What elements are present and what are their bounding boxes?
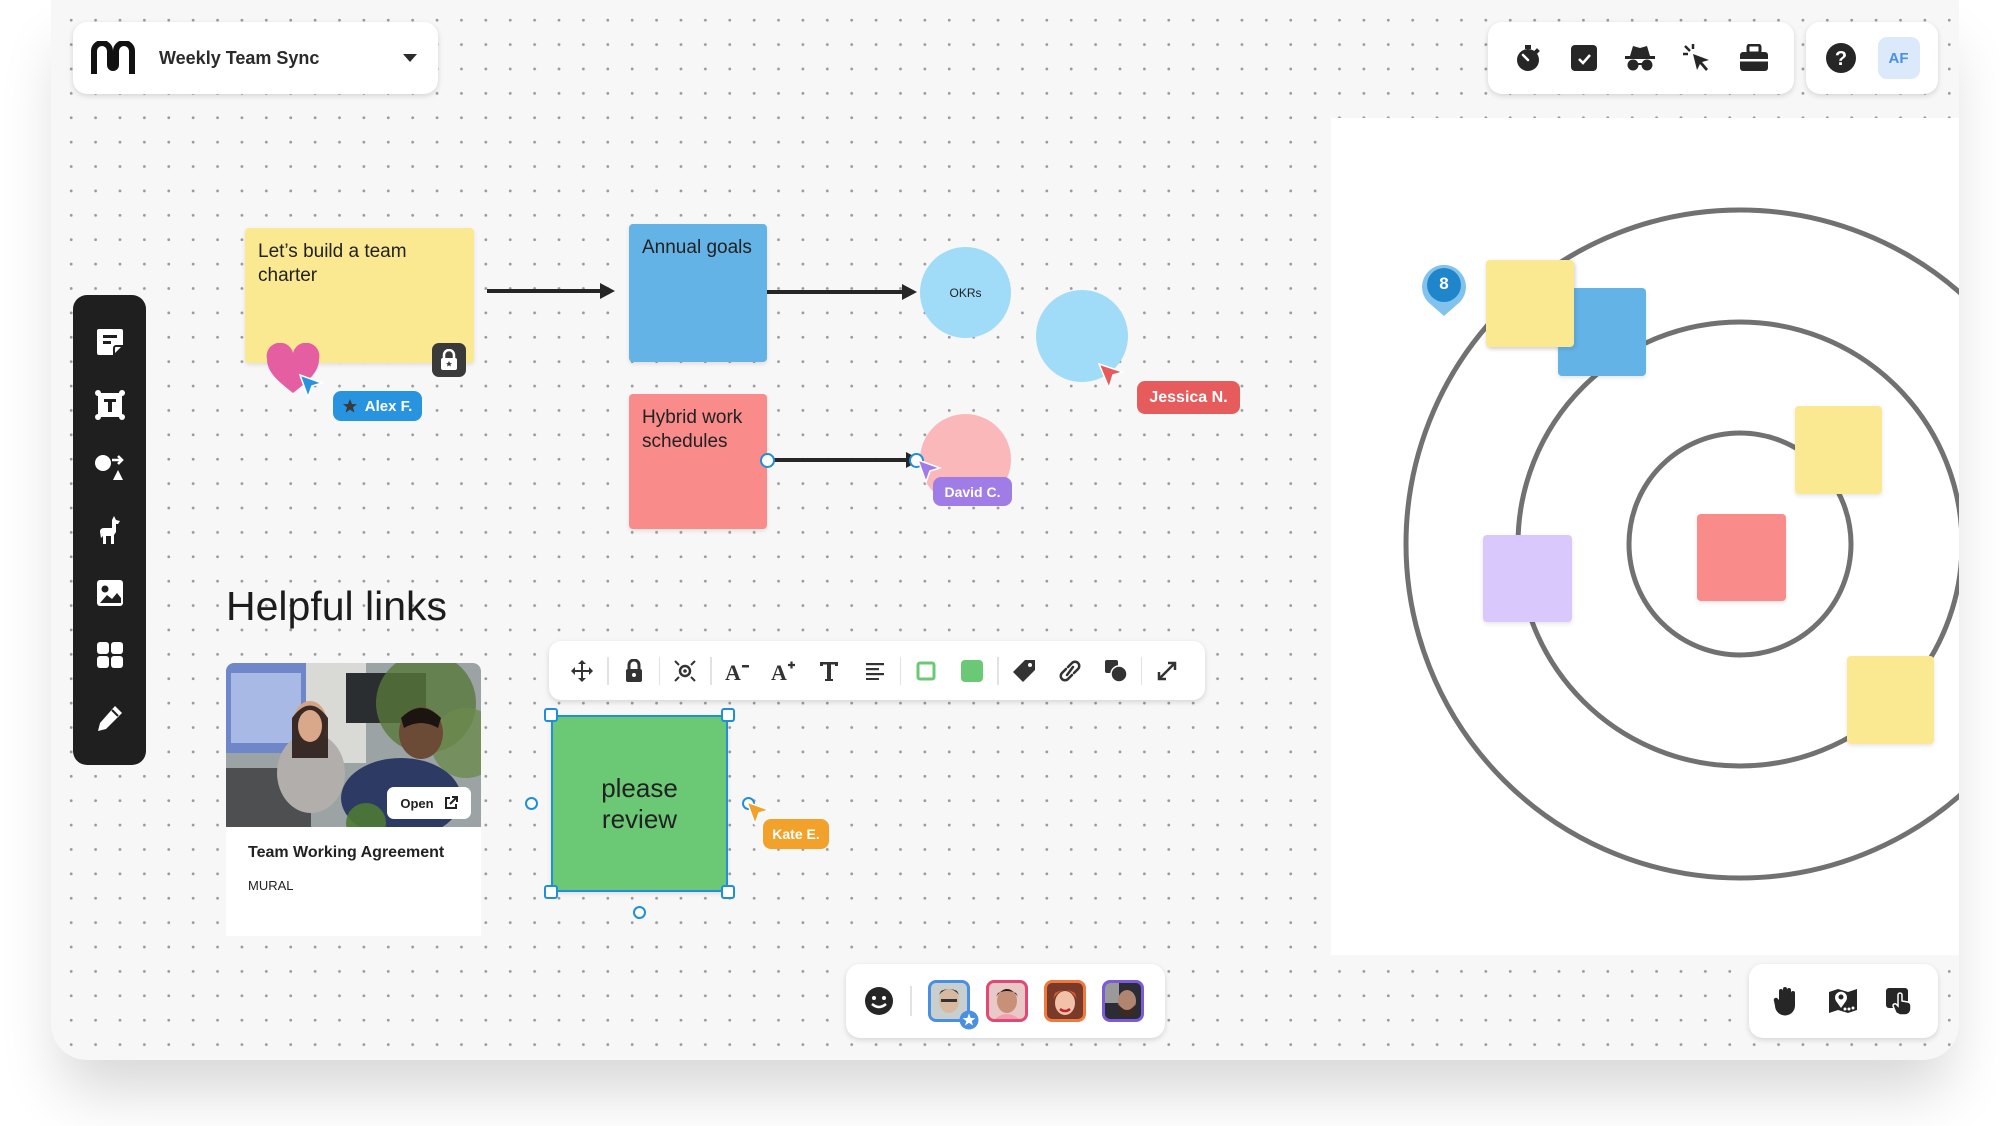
sticky-note-hybrid-work[interactable]: Hybrid work schedules [629,394,767,529]
connector-handle-start[interactable] [760,453,775,468]
connector-handle-left[interactable] [525,797,538,810]
alex-cursor-icon [298,373,325,404]
target-note[interactable] [1483,535,1572,622]
fill-color-icon[interactable] [949,648,995,694]
presentation-tools-bar [1749,964,1938,1038]
participant-avatar[interactable] [985,980,1028,1022]
divider [910,986,912,1016]
arrow-charter-to-goals [487,283,615,299]
collaborator-label-david: David C. [933,477,1012,506]
note-text: Annual goals [642,237,752,258]
link-card-title: Team Working Agreement [248,844,445,861]
outline-map-icon[interactable] [1828,987,1858,1015]
border-color-icon[interactable] [903,648,949,694]
comment-count: 8 [1439,274,1449,293]
hand-raise-icon[interactable] [1773,986,1801,1016]
target-diagram-panel[interactable]: 8 [1331,118,1959,955]
resize-handle-top-right[interactable] [721,708,735,722]
align-icon[interactable] [852,648,898,694]
link-card-source: MURAL [248,878,294,893]
collaborator-label-kate: Kate E. [763,819,829,849]
section-heading: Helpful links [226,583,448,629]
note-text: Let’s build a team charter [258,241,407,286]
participant-avatar[interactable] [1101,980,1144,1022]
collaborator-label-jessica: Jessica N. [1137,381,1240,414]
arrow-goals-to-okrs [767,284,917,300]
resize-handle-bottom-left[interactable] [544,885,558,899]
target-rings [1403,207,1959,881]
comment-pin[interactable]: 8 [1420,260,1468,323]
participant-avatar[interactable] [1043,980,1086,1022]
increase-font-icon[interactable]: A [760,648,806,694]
move-icon[interactable] [559,648,605,694]
divider [658,656,660,685]
expand-icon[interactable] [1144,648,1190,694]
target-note[interactable] [1847,656,1934,744]
divider [899,656,901,685]
sticky-note-please-review[interactable]: please review [551,715,728,892]
circle-okrs[interactable]: OKRs [920,247,1011,338]
participants-bar [846,964,1165,1038]
divider [710,656,712,685]
shapes-icon[interactable] [1093,648,1139,694]
divider [997,656,999,685]
touch-mode-icon[interactable] [1885,986,1915,1016]
target-note[interactable] [1697,514,1786,601]
divider [1140,656,1142,685]
resize-handle-bottom-right[interactable] [721,885,735,899]
tag-icon[interactable] [1001,648,1047,694]
link-card-photo: Open [226,663,481,827]
link-icon[interactable] [1047,648,1093,694]
selection-toolbar: A A [549,641,1205,700]
focus-icon[interactable] [662,648,708,694]
svg-text:A: A [771,660,787,683]
open-link-button[interactable]: Open [387,787,471,819]
text-format-icon[interactable] [806,648,852,694]
divider [607,656,609,685]
decrease-font-icon[interactable]: A [714,648,760,694]
external-link-icon [444,796,458,809]
lock-icon[interactable] [611,648,657,694]
sticky-note-annual-goals[interactable]: Annual goals [629,224,767,362]
arrow-hybrid-to-circle [767,452,921,468]
svg-text:A: A [725,660,741,683]
facilitator-star-icon [342,399,357,413]
jessica-cursor-icon [1097,362,1126,395]
smiley-icon[interactable] [864,986,894,1016]
resize-handle-top-left[interactable] [544,708,558,722]
target-note[interactable] [1486,260,1574,347]
target-note[interactable] [1795,406,1882,494]
link-card[interactable]: Open Team Working Agreement MURAL [226,663,481,936]
note-text: Hybrid work schedules [642,407,743,452]
connector-handle-bottom[interactable] [633,906,646,919]
collaborator-label-alex: Alex F. [333,391,422,421]
facilitator-star-badge-icon [959,1010,979,1030]
lock-badge-icon[interactable] [432,343,466,377]
